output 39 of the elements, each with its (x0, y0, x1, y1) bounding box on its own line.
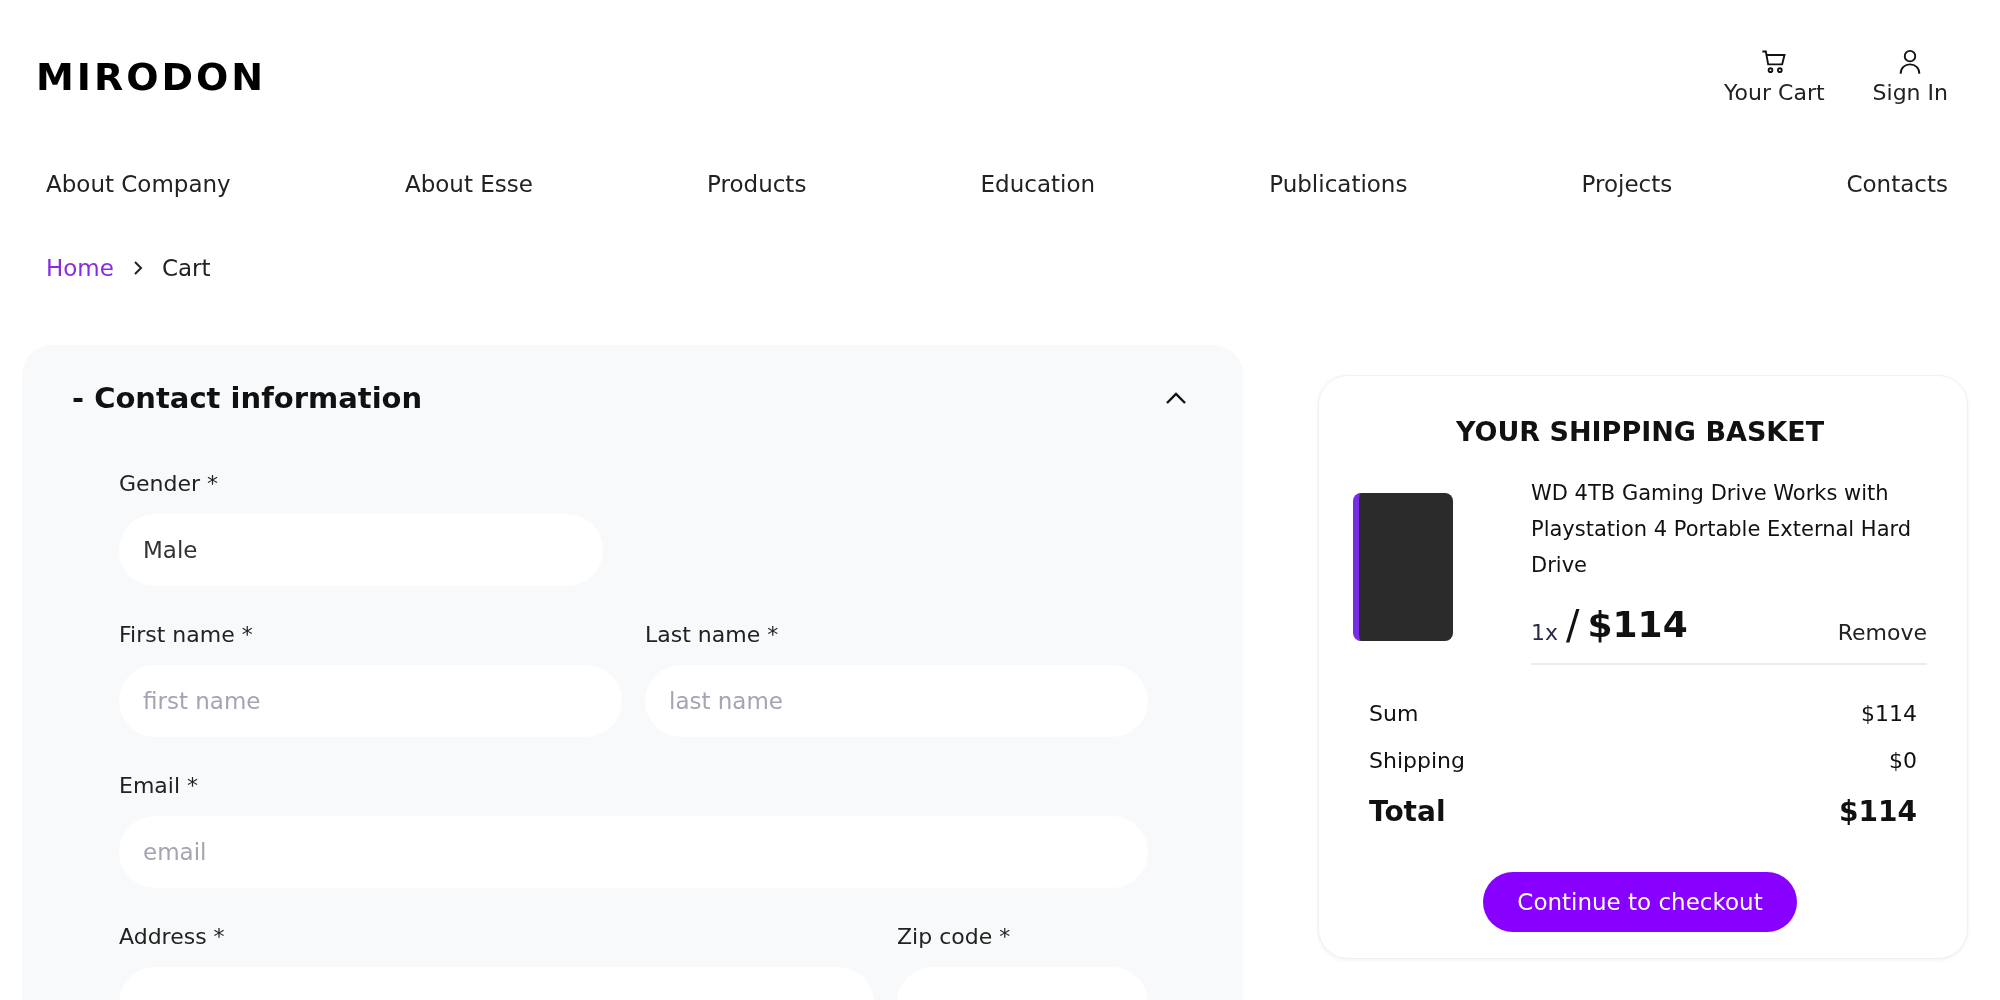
nav-link[interactable]: Projects (1581, 171, 1673, 197)
cart-link[interactable]: Your Cart (1724, 48, 1825, 105)
summary-label: Sum (1369, 701, 1419, 726)
separator: / (1566, 605, 1580, 645)
breadcrumb-current[interactable]: Cart (161, 255, 211, 281)
field-label: Zip code * (897, 924, 1012, 949)
summary-label: Total (1369, 795, 1446, 828)
price: $114 (1587, 605, 1688, 645)
input-field[interactable]: first name (119, 665, 622, 737)
basket-title: YOUR SHIPPING BASKET (1455, 416, 1825, 447)
nav-link[interactable]: Publications (1269, 171, 1408, 197)
field-label: Address * (119, 924, 226, 949)
section-title: - Contact information (72, 381, 423, 415)
nav-link[interactable]: Education (980, 171, 1096, 197)
input-field[interactable]: last name (645, 665, 1148, 737)
input-field[interactable]: Male (119, 514, 603, 586)
nav-link[interactable]: About Esse (404, 171, 533, 197)
remove-button[interactable]: Remove (1837, 620, 1927, 645)
input-field[interactable]: email (119, 816, 1148, 888)
chevron-up-icon (1165, 391, 1187, 405)
quantity: 1x (1531, 620, 1559, 645)
nav-link[interactable]: Products (707, 171, 807, 197)
logo[interactable]: MIRODON (36, 54, 267, 99)
summary-value: $114 (1861, 701, 1917, 726)
field-label: Email * (119, 773, 200, 798)
checkout-button[interactable]: Continue to checkout (1483, 872, 1797, 932)
nav-link[interactable]: Contacts (1846, 171, 1948, 197)
field-label: Last name * (645, 622, 780, 647)
sign-in-link[interactable]: Sign In (1872, 48, 1948, 105)
summary-value: $114 (1839, 795, 1917, 828)
summary-label: Shipping (1369, 748, 1465, 773)
nav-link[interactable]: About Company (46, 171, 231, 197)
field-label: First name * (119, 622, 254, 647)
product-name: WD 4TB Gaming Drive Works with Playstation 4 Portable External Hard Drive (1531, 480, 1913, 579)
summary-value: $0 (1889, 748, 1917, 773)
cart-icon (1760, 48, 1789, 76)
field-label: Gender * (119, 471, 220, 496)
breadcrumb-link[interactable]: Home (46, 255, 114, 281)
chevron-right-icon (131, 260, 144, 276)
